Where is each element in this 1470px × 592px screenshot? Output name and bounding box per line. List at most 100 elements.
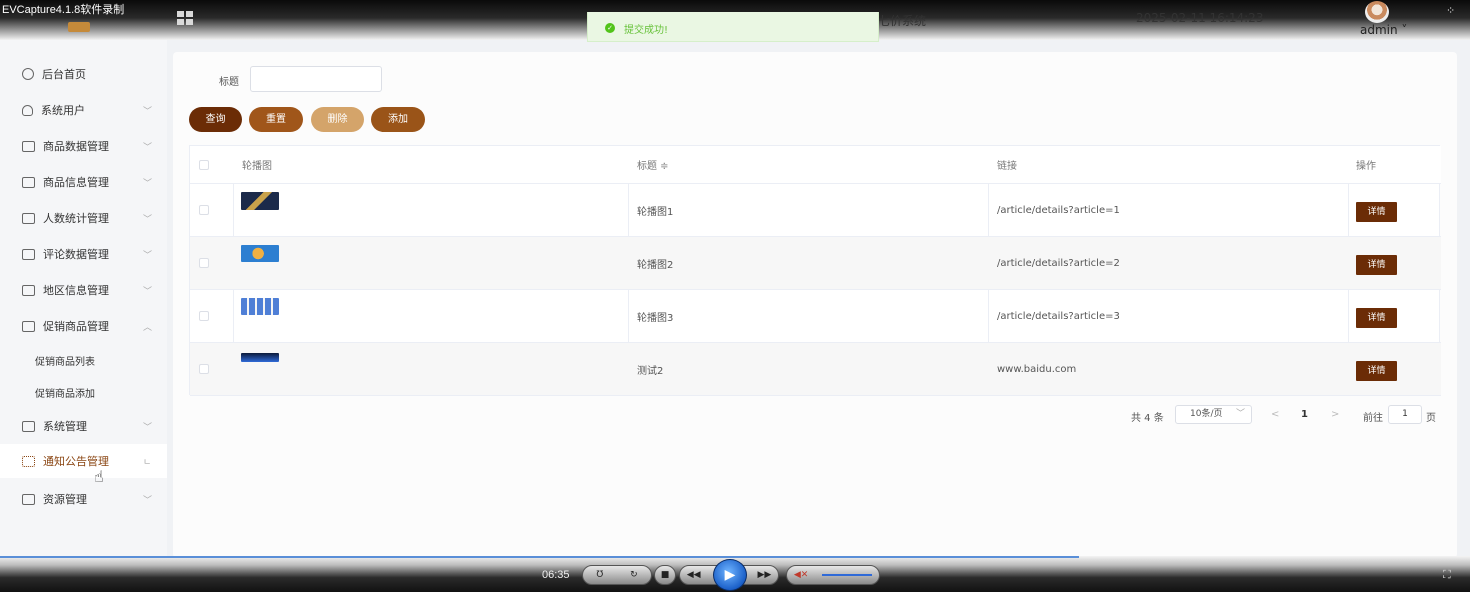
sidebar-item-users[interactable]: 系统用户 ﹀ <box>0 93 167 127</box>
sidebar-item-label: 促销商品管理 <box>43 320 109 333</box>
recorder-menu-icon[interactable]: ⁘ <box>1446 4 1455 17</box>
carousel-thumbnail <box>241 192 279 210</box>
row-link: /article/details?article=1 <box>997 204 1120 216</box>
chevron-down-icon: ﹀ <box>143 422 153 433</box>
chevron-down-icon: ﹀ <box>143 142 153 153</box>
table-row: 测试2 www.baidu.com 详情 <box>190 343 1441 396</box>
goto-label: 前往 <box>1363 413 1383 424</box>
chevron-up-icon: ︿ <box>143 322 153 333</box>
sidebar-item-regions[interactable]: 地区信息管理 ﹀ <box>0 273 167 307</box>
play-button[interactable]: ▶ <box>713 559 747 591</box>
page-size-select[interactable]: 10条/页 ﹀ <box>1175 405 1252 424</box>
select-all-checkbox[interactable] <box>199 159 209 170</box>
volume-slider[interactable] <box>822 574 873 576</box>
loading-icon <box>22 455 35 467</box>
column-header-image: 轮播图 <box>242 161 272 172</box>
sidebar-item-label: 系统用户 <box>41 104 85 117</box>
list-icon <box>22 284 35 296</box>
sidebar-item-system[interactable]: 系统管理 ﹀ <box>0 409 167 443</box>
user-menu[interactable]: admin ˅ <box>1360 23 1407 37</box>
row-checkbox[interactable] <box>199 311 209 321</box>
volume-controls: ◀✕ <box>786 565 880 585</box>
sidebar-item-product-info[interactable]: 商品信息管理 ﹀ <box>0 165 167 199</box>
goto-page-input[interactable]: 1 <box>1388 405 1422 424</box>
next-page-button[interactable]: > <box>1331 409 1339 420</box>
list-icon <box>22 140 35 152</box>
sidebar-item-label: 评论数据管理 <box>43 248 109 261</box>
page-number-current[interactable]: 1 <box>1301 409 1308 420</box>
chevron-down-icon: ﹀ <box>143 178 153 189</box>
sidebar-item-promotions[interactable]: 促销商品管理 ︿ <box>0 309 167 343</box>
delete-button[interactable]: 删除 <box>311 107 364 132</box>
add-button[interactable]: 添加 <box>371 107 425 132</box>
rewind-icon[interactable]: ◀◀ <box>687 570 701 580</box>
recorder-title: EVCapture4.1.8软件录制 <box>2 4 125 16</box>
row-checkbox[interactable] <box>199 258 209 268</box>
chevron-down-icon: ﹀ <box>143 214 153 225</box>
sidebar-item-label: 资源管理 <box>43 493 87 506</box>
list-icon <box>22 212 35 224</box>
loop-icon[interactable]: Ʊ <box>596 570 603 580</box>
chevron-down-icon: ﹀ <box>143 250 153 261</box>
sidebar-item-label: 促销商品列表 <box>35 356 95 368</box>
detail-button[interactable]: 详情 <box>1356 308 1397 328</box>
query-button[interactable]: 查询 <box>189 107 242 132</box>
detail-button[interactable]: 详情 <box>1356 202 1397 222</box>
detail-button[interactable]: 详情 <box>1356 361 1397 381</box>
carousel-thumbnail <box>241 353 279 362</box>
row-checkbox[interactable] <box>199 205 209 215</box>
column-header-action: 操作 <box>1356 161 1376 172</box>
sidebar-item-label: 地区信息管理 <box>43 284 109 297</box>
reset-button[interactable]: 重置 <box>249 107 303 132</box>
sidebar-item-notices[interactable]: 通知公告管理 ㄴ <box>0 444 167 478</box>
row-title: 轮播图1 <box>637 206 674 218</box>
fullscreen-icon[interactable]: ⛶ <box>1443 568 1451 582</box>
row-title: 轮播图2 <box>637 259 674 271</box>
menu-grid-icon[interactable] <box>177 11 194 25</box>
folder-icon <box>22 420 35 432</box>
sidebar-item-comments[interactable]: 评论数据管理 ﹀ <box>0 237 167 271</box>
sidebar-item-home[interactable]: 后台首页 <box>0 57 167 91</box>
playback-time: 06:35 <box>542 569 570 581</box>
refresh-icon[interactable]: ↻ <box>630 570 638 580</box>
stop-icon[interactable]: ■ <box>661 570 670 580</box>
chevron-down-icon: ﹀ <box>1235 409 1245 419</box>
box-icon <box>22 493 35 505</box>
recorder-playback-bar: 06:35 Ʊ ↻ ■ ◀◀ ▶▶ ▶ ◀✕ ⛶ <box>0 556 1470 592</box>
sidebar-item-label: 商品信息管理 <box>43 176 109 189</box>
stop-group: ■ <box>654 565 676 585</box>
row-link: www.baidu.com <box>997 363 1077 375</box>
prev-page-button[interactable]: < <box>1271 409 1279 420</box>
playback-progress-bar[interactable] <box>0 556 1079 558</box>
sidebar-item-visitor-stats[interactable]: 人数统计管理 ﹀ <box>0 201 167 235</box>
carousel-table: 轮播图 标题 ≑ 链接 操作 轮播图1 /article/details?art… <box>189 145 1441 396</box>
sidebar-item-label: 商品数据管理 <box>43 140 109 153</box>
sidebar-item-product-data[interactable]: 商品数据管理 ﹀ <box>0 129 167 163</box>
table-row: 轮播图2 /article/details?article=2 详情 <box>190 237 1441 290</box>
sidebar-item-label: 促销商品添加 <box>35 388 95 400</box>
success-toast: ✓ 提交成功! <box>587 12 879 42</box>
sidebar-subitem-promotion-add[interactable]: 促销商品添加 <box>0 375 167 409</box>
column-header-title[interactable]: 标题 ≑ <box>637 146 669 183</box>
user-icon <box>22 104 33 116</box>
sidebar: 后台首页 系统用户 ﹀ 商品数据管理 ﹀ 商品信息管理 ﹀ 人数统计管理 ﹀ 评… <box>0 40 167 560</box>
mute-icon[interactable]: ◀✕ <box>794 570 808 580</box>
chevron-down-icon: ﹀ <box>143 106 153 117</box>
sidebar-item-label: 系统管理 <box>43 420 87 433</box>
hand-cursor-icon: ☝ <box>94 467 104 486</box>
sidebar-item-resources[interactable]: 资源管理 ﹀ <box>0 482 167 516</box>
search-title-input[interactable] <box>250 66 382 92</box>
list-icon <box>22 176 35 188</box>
pagination-total: 共 4 条 <box>1131 413 1164 424</box>
avatar[interactable] <box>1365 1 1389 23</box>
page-size-value: 10条/页 <box>1190 409 1223 419</box>
row-link: /article/details?article=3 <box>997 310 1120 322</box>
row-checkbox[interactable] <box>199 364 209 374</box>
list-icon <box>22 320 35 332</box>
sidebar-subitem-promotion-list[interactable]: 促销商品列表 <box>0 343 167 377</box>
table-header: 轮播图 标题 ≑ 链接 操作 <box>190 146 1441 184</box>
carousel-thumbnail <box>241 245 279 262</box>
detail-button[interactable]: 详情 <box>1356 255 1397 275</box>
fast-forward-icon[interactable]: ▶▶ <box>757 570 771 580</box>
datetime: 2025-02-11 16:14:23 <box>1136 11 1264 25</box>
